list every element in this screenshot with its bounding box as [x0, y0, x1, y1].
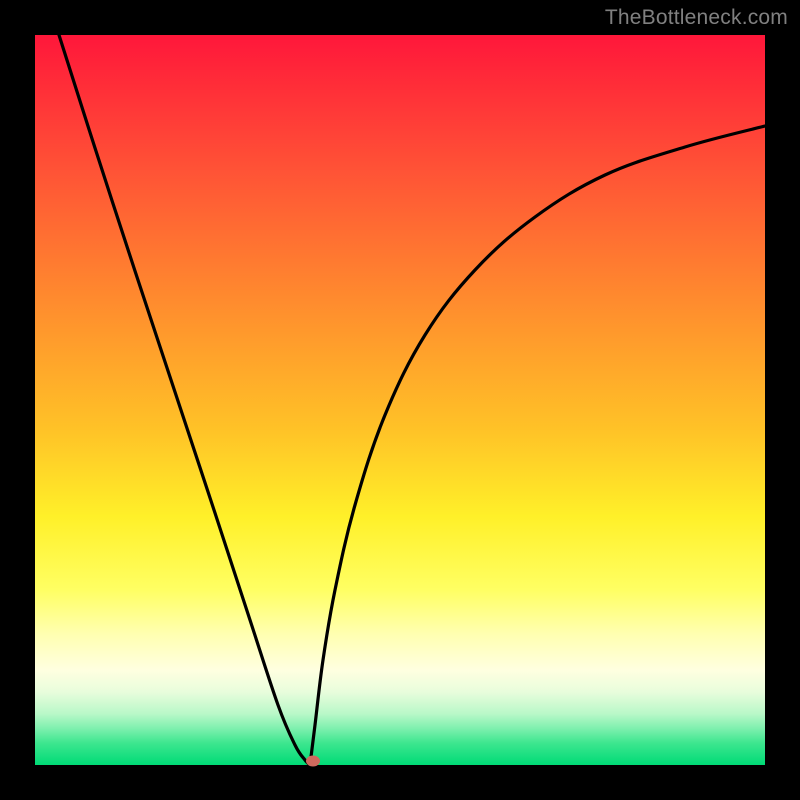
plot-area [35, 35, 765, 765]
minimum-marker [306, 756, 320, 767]
bottleneck-curve [35, 35, 765, 765]
watermark-text: TheBottleneck.com [605, 6, 788, 30]
chart-frame: TheBottleneck.com [0, 0, 800, 800]
